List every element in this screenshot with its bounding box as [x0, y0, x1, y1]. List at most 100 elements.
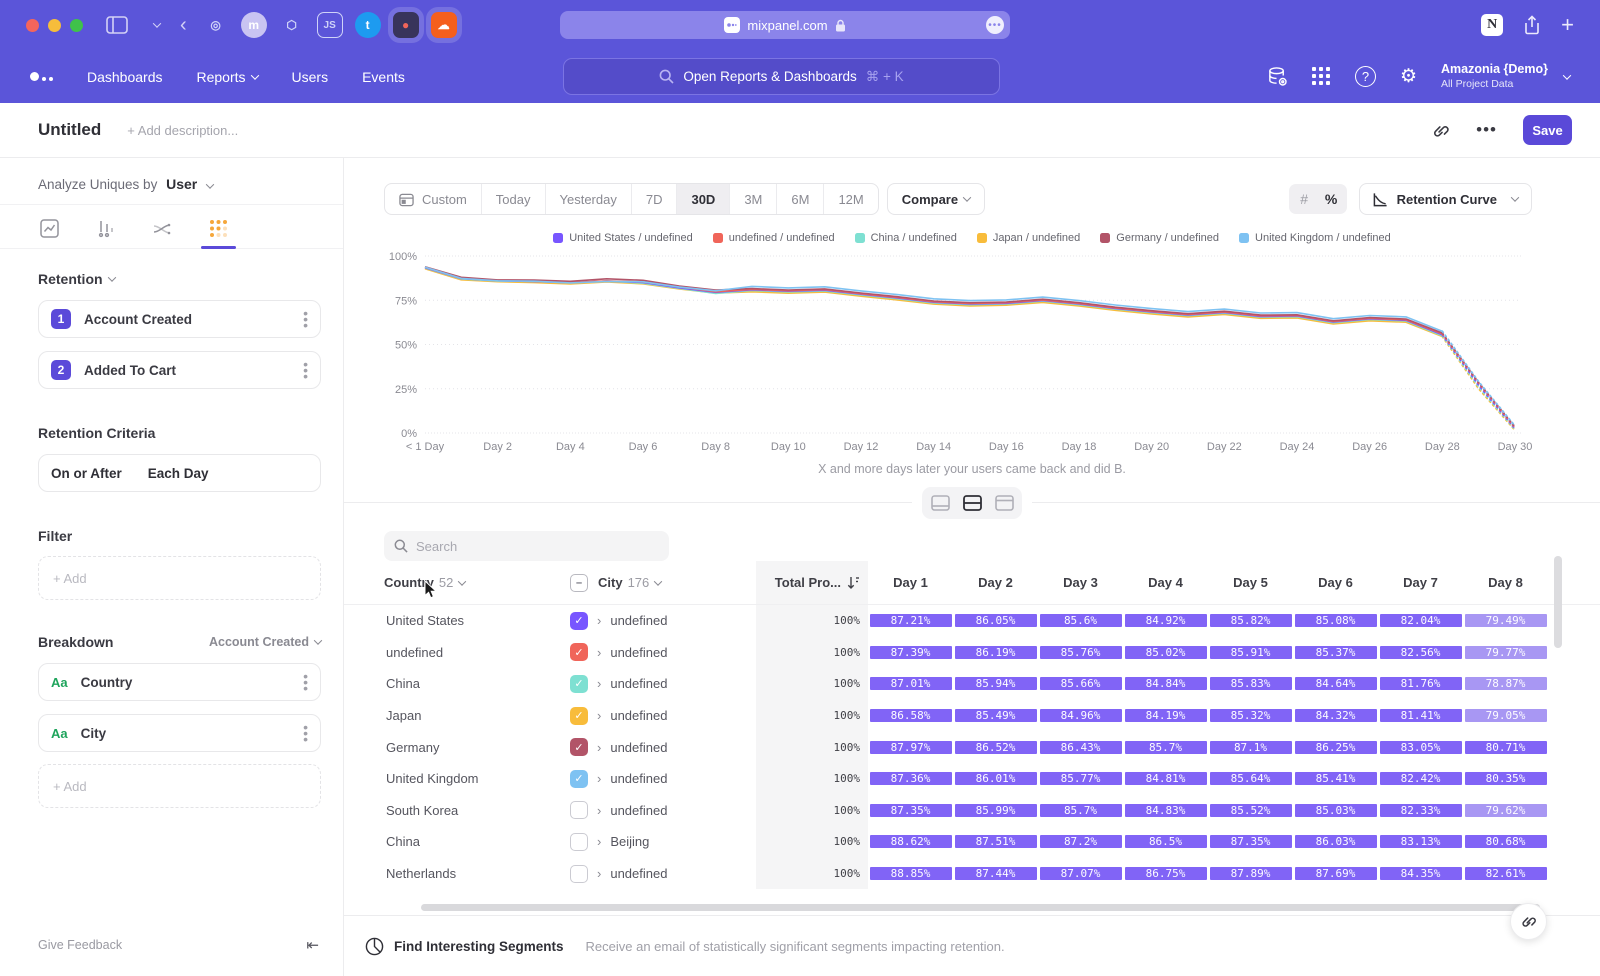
expand-row-icon[interactable]: ›	[597, 740, 601, 755]
retention-day-cell[interactable]: 79.77%	[1463, 637, 1548, 669]
expand-row-icon[interactable]: ›	[597, 645, 601, 660]
retention-day-cell[interactable]: 86.43%	[1038, 731, 1123, 763]
country-column-header[interactable]: Country 52	[384, 575, 570, 590]
legend-item[interactable]: United Kingdom / undefined	[1239, 232, 1391, 244]
row-checkbox[interactable]: ✓	[570, 707, 588, 725]
cube-icon[interactable]: ⬡	[279, 12, 305, 38]
retention-day-cell[interactable]: 87.44%	[953, 858, 1038, 890]
retention-day-cell[interactable]: 86.5%	[1123, 826, 1208, 858]
address-more-button[interactable]: •••	[986, 16, 1004, 34]
retention-day-cell[interactable]: 85.6%	[1038, 605, 1123, 637]
retention-day-cell[interactable]: 84.96%	[1038, 700, 1123, 732]
retention-day-cell[interactable]: 82.04%	[1378, 605, 1463, 637]
retention-day-cell[interactable]: 87.69%	[1293, 858, 1378, 890]
bird-icon[interactable]: t	[355, 12, 381, 38]
tab-retention[interactable]	[203, 217, 234, 248]
retention-day-cell[interactable]: 85.08%	[1293, 605, 1378, 637]
help-icon[interactable]: ?	[1355, 66, 1376, 87]
city-column-header[interactable]: – City 176	[570, 574, 756, 592]
retention-day-cell[interactable]: 83.13%	[1378, 826, 1463, 858]
settings-gear-icon[interactable]: ⚙	[1400, 65, 1417, 88]
total-column-header[interactable]: Total Pro...	[756, 561, 868, 604]
table-search[interactable]	[384, 531, 669, 561]
filter-add-button[interactable]: + Add	[38, 556, 321, 600]
retention-day-cell[interactable]: 85.03%	[1293, 795, 1378, 827]
retention-day-cell[interactable]: 84.35%	[1378, 858, 1463, 890]
retention-day-cell[interactable]: 87.2%	[1038, 826, 1123, 858]
retention-day-cell[interactable]: 85.52%	[1208, 795, 1293, 827]
retention-day-cell[interactable]: 82.56%	[1378, 637, 1463, 669]
retention-day-cell[interactable]: 85.7%	[1038, 795, 1123, 827]
row-checkbox[interactable]	[570, 865, 588, 883]
row-checkbox[interactable]	[570, 833, 588, 851]
date-range-yesterday[interactable]: Yesterday	[546, 184, 632, 214]
retention-day-cell[interactable]: 83.05%	[1378, 731, 1463, 763]
day-column-header[interactable]: Day 1	[868, 575, 953, 590]
kebab-menu-icon[interactable]: •••	[303, 310, 308, 329]
date-range-today[interactable]: Today	[482, 184, 546, 214]
analyze-uniques-row[interactable]: Analyze Uniques by User	[0, 158, 343, 205]
target-icon[interactable]: ◎	[203, 12, 229, 38]
day-column-header[interactable]: Day 3	[1038, 575, 1123, 590]
retention-day-cell[interactable]: 87.39%	[868, 637, 953, 669]
data-management-icon[interactable]	[1267, 66, 1288, 87]
retention-day-cell[interactable]: 86.25%	[1293, 731, 1378, 763]
retention-day-cell[interactable]: 85.02%	[1123, 637, 1208, 669]
breakdown-card[interactable]: Aa City •••	[38, 714, 321, 752]
minimize-window-button[interactable]	[48, 19, 61, 32]
retention-day-cell[interactable]: 79.05%	[1463, 700, 1548, 732]
retention-day-cell[interactable]: 79.49%	[1463, 605, 1548, 637]
row-checkbox[interactable]	[570, 801, 588, 819]
kebab-menu-icon[interactable]: •••	[303, 673, 308, 692]
m-avatar-icon[interactable]: m	[241, 12, 267, 38]
retention-day-cell[interactable]: 85.7%	[1123, 731, 1208, 763]
layout-table-only-button[interactable]	[989, 490, 1019, 516]
retention-day-cell[interactable]: 85.41%	[1293, 763, 1378, 795]
chart-type-selector[interactable]: Retention Curve	[1359, 183, 1532, 215]
retention-day-cell[interactable]: 85.66%	[1038, 668, 1123, 700]
retention-day-cell[interactable]: 86.05%	[953, 605, 1038, 637]
retention-day-cell[interactable]: 85.94%	[953, 668, 1038, 700]
nav-item-users[interactable]: Users	[292, 69, 329, 85]
notion-extension-icon[interactable]: N	[1481, 14, 1503, 36]
tab-funnels[interactable]	[90, 217, 121, 248]
collapse-sidebar-icon[interactable]: ⇤	[306, 936, 319, 954]
expand-row-icon[interactable]: ›	[597, 803, 601, 818]
retention-day-cell[interactable]: 87.97%	[868, 731, 953, 763]
retention-day-cell[interactable]: 80.35%	[1463, 763, 1548, 795]
legend-item[interactable]: Germany / undefined	[1100, 232, 1219, 244]
retention-day-cell[interactable]: 86.19%	[953, 637, 1038, 669]
retention-day-cell[interactable]: 80.68%	[1463, 826, 1548, 858]
retention-day-cell[interactable]: 87.1%	[1208, 731, 1293, 763]
retention-day-cell[interactable]: 87.35%	[868, 795, 953, 827]
date-range-6m[interactable]: 6M	[777, 184, 824, 214]
nav-item-dashboards[interactable]: Dashboards	[87, 69, 163, 85]
address-bar[interactable]: mixpanel.com •••	[560, 11, 1010, 39]
segments-title[interactable]: Find Interesting Segments	[394, 939, 564, 954]
chevron-down-icon[interactable]	[148, 22, 160, 28]
date-range-30d[interactable]: 30D	[677, 184, 730, 214]
date-range-3m[interactable]: 3M	[730, 184, 777, 214]
day-column-header[interactable]: Day 5	[1208, 575, 1293, 590]
legend-item[interactable]: United States / undefined	[553, 232, 693, 244]
vertical-scrollbar[interactable]	[1554, 556, 1562, 648]
retention-day-cell[interactable]: 87.35%	[1208, 826, 1293, 858]
retention-day-cell[interactable]: 86.58%	[868, 700, 953, 732]
retention-day-cell[interactable]: 78.87%	[1463, 668, 1548, 700]
copy-link-icon[interactable]	[1431, 121, 1450, 140]
criteria-on-or-after[interactable]: On or After	[51, 466, 122, 481]
day-column-header[interactable]: Day 4	[1123, 575, 1208, 590]
close-window-button[interactable]	[26, 19, 39, 32]
kebab-menu-icon[interactable]: •••	[303, 724, 308, 743]
kebab-menu-icon[interactable]: •••	[303, 361, 308, 380]
expand-row-icon[interactable]: ›	[597, 613, 601, 628]
expand-row-icon[interactable]: ›	[597, 676, 601, 691]
retention-day-cell[interactable]: 84.83%	[1123, 795, 1208, 827]
retention-day-cell[interactable]: 87.51%	[953, 826, 1038, 858]
breakdown-card[interactable]: Aa Country •••	[38, 663, 321, 701]
day-column-header[interactable]: Day 8	[1463, 575, 1548, 590]
retention-day-cell[interactable]: 80.71%	[1463, 731, 1548, 763]
row-checkbox[interactable]: ✓	[570, 738, 588, 756]
day-column-header[interactable]: Day 7	[1378, 575, 1463, 590]
save-button[interactable]: Save	[1523, 115, 1572, 145]
